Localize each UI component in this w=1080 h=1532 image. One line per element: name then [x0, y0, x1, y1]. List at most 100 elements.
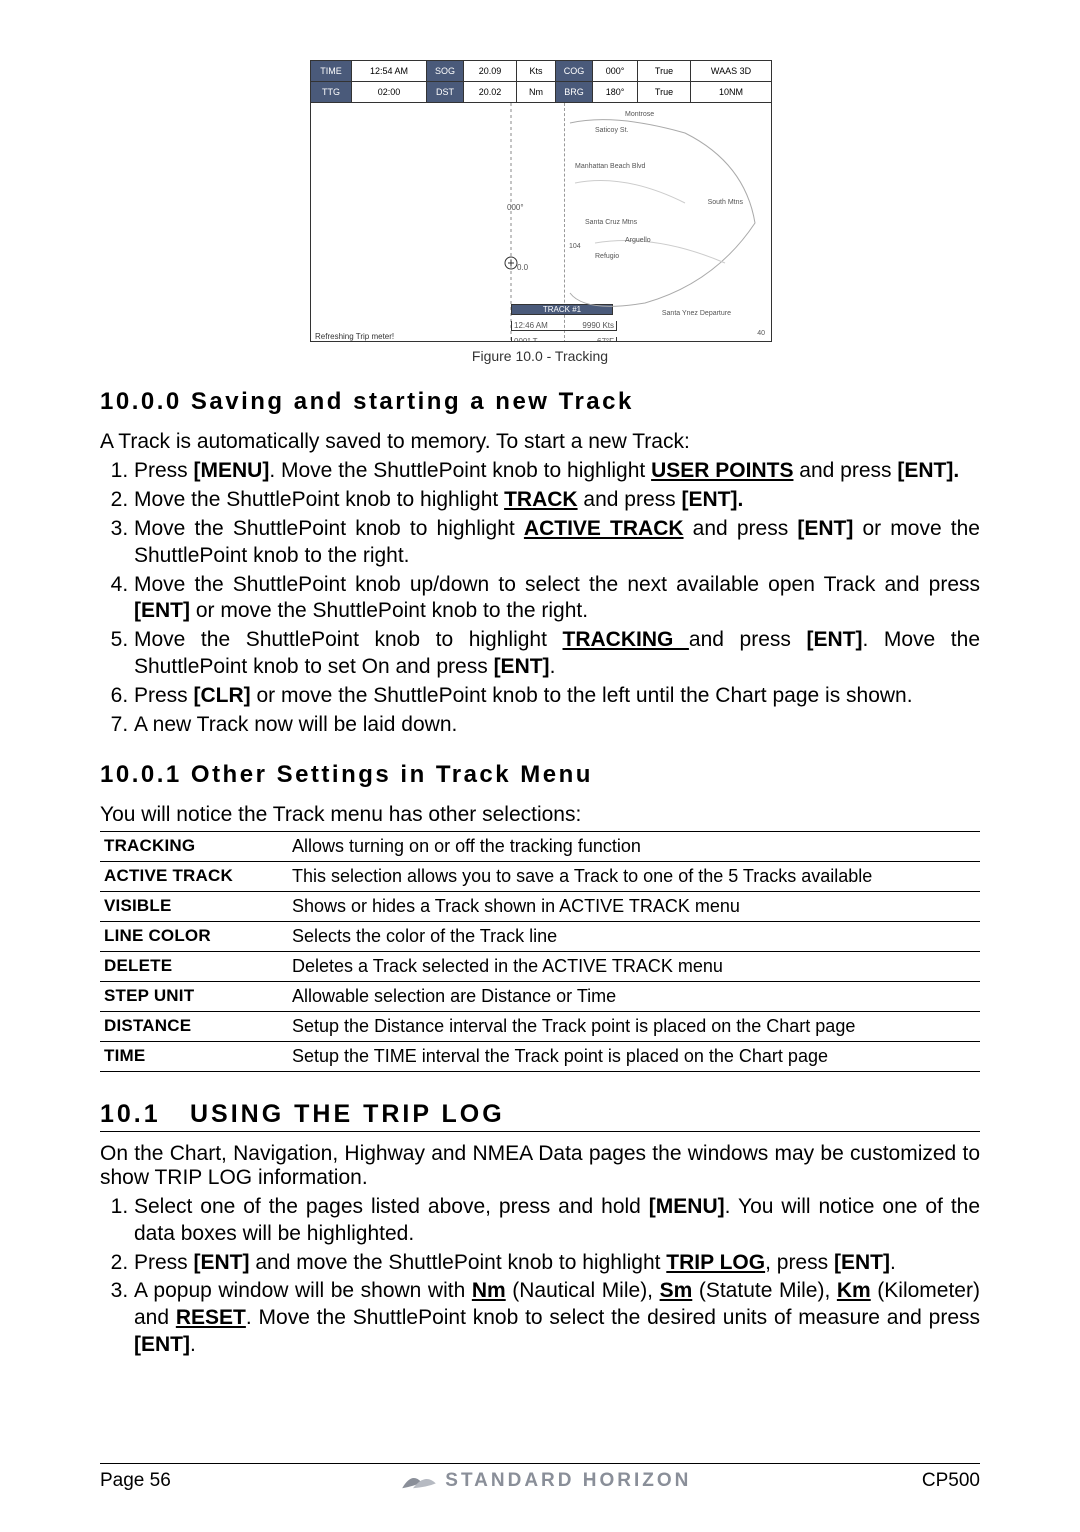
dst-unit: Nm [517, 82, 556, 102]
setting-key: DISTANCE [100, 1011, 288, 1041]
map-label: Refugio [595, 253, 619, 260]
intro-10-1: On the Chart, Navigation, Highway and NM… [100, 1142, 980, 1190]
t: USER POINTS [651, 459, 793, 482]
t: Press [134, 1251, 194, 1274]
ttg-value: 02:00 [352, 82, 427, 102]
t: TRACKING [563, 628, 689, 651]
map-label: Montrose [625, 111, 654, 118]
t: A popup window will be shown with [134, 1279, 472, 1302]
t: Press [134, 459, 194, 482]
t: [ENT] [806, 628, 862, 651]
table-row: DISTANCESetup the Distance interval the … [100, 1011, 980, 1041]
map-label: Santa Cruz Mtns [585, 219, 637, 226]
sog-unit: Kts [517, 61, 556, 81]
t: RESET [176, 1306, 246, 1329]
step: A new Track now will be laid down. [134, 712, 980, 739]
setting-value: Allows turning on or off the tracking fu… [288, 831, 980, 861]
table-row: TRACKINGAllows turning on or off the tra… [100, 831, 980, 861]
setting-key: VISIBLE [100, 891, 288, 921]
t: . Move the ShuttlePoint knob to select t… [246, 1306, 980, 1329]
sog-label: SOG [427, 61, 464, 81]
map-label: Arguello [625, 237, 651, 244]
table-row: LINE COLORSelects the color of the Track… [100, 921, 980, 951]
t: Sm [660, 1279, 693, 1302]
t: (Statute Mile), [692, 1279, 837, 1302]
steps-10-0-0: Press [MENU]. Move the ShuttlePoint knob… [100, 458, 980, 739]
t: Press [134, 684, 194, 707]
intro-10-0-1: You will notice the Track menu has other… [100, 803, 980, 827]
t: [ENT]. [681, 488, 743, 511]
map-label: South Mtns [708, 199, 743, 206]
heading-10-0-0: 10.0.0 Saving and starting a new Track [100, 388, 980, 416]
cog-value: 000° [593, 61, 638, 81]
t: [ENT] [134, 1333, 190, 1356]
brg-value: 180° [593, 82, 638, 102]
t: , press [765, 1251, 834, 1274]
step: Select one of the pages listed above, pr… [134, 1194, 980, 1248]
map-label: Saticoy St. [595, 127, 628, 134]
t: . [190, 1333, 196, 1356]
table-row: STEP UNITAllowable selection are Distanc… [100, 981, 980, 1011]
step: Press [CLR] or move the ShuttlePoint kno… [134, 683, 980, 710]
setting-value: Deletes a Track selected in the ACTIVE T… [288, 951, 980, 981]
t: [ENT] [494, 655, 550, 678]
table-row: VISIBLEShows or hides a Track shown in A… [100, 891, 980, 921]
t: [ENT]. [897, 459, 959, 482]
heading-10-1: 10.1USING THE TRIP LOG [100, 1100, 980, 1132]
brand-logo-icon [401, 1470, 437, 1492]
t: Km [837, 1279, 871, 1302]
brg-ref: True [638, 82, 691, 102]
time-label: TIME [311, 61, 352, 81]
t: A new Track now will be laid down. [134, 713, 457, 736]
t: Move the ShuttlePoint knob up/down to se… [134, 573, 980, 596]
table-row: ACTIVE TRACKThis selection allows you to… [100, 861, 980, 891]
gps-status: WAAS 3D [691, 61, 771, 81]
map-label: 40 [757, 330, 765, 337]
t: Move the ShuttlePoint knob to highlight [134, 628, 563, 651]
step: Move the ShuttlePoint knob to highlight … [134, 487, 980, 514]
step: Move the ShuttlePoint knob up/down to se… [134, 572, 980, 626]
t: (Nautical Mile), [506, 1279, 660, 1302]
dst-label: DST [427, 82, 464, 102]
infobox-heading: 000° T [514, 337, 538, 342]
step: Move the ShuttlePoint knob to highlight … [134, 516, 980, 570]
t: TRACK [504, 488, 578, 511]
map-label: Manhattan Beach Blvd [575, 163, 645, 170]
step: A popup window will be shown with Nm (Na… [134, 1278, 980, 1359]
track-settings-table: TRACKINGAllows turning on or off the tra… [100, 831, 980, 1072]
t: . Move the ShuttlePoint knob to highligh… [269, 459, 651, 482]
model-number: CP500 [922, 1470, 980, 1492]
setting-key: LINE COLOR [100, 921, 288, 951]
setting-key: TRACKING [100, 831, 288, 861]
t: Move the ShuttlePoint knob to highlight [134, 517, 524, 540]
scale-value: 10NM [691, 82, 771, 102]
t: . [890, 1251, 896, 1274]
setting-key: ACTIVE TRACK [100, 861, 288, 891]
setting-value: This selection allows you to save a Trac… [288, 861, 980, 891]
t: [CLR] [194, 684, 251, 707]
t: [ENT] [134, 599, 190, 622]
t: ACTIVE TRACK [524, 517, 684, 540]
screen-footer: Refreshing Trip meter! [315, 332, 394, 341]
t: and move the ShuttlePoint knob to highli… [250, 1251, 667, 1274]
intro-10-0-0: A Track is automatically saved to memory… [100, 430, 980, 454]
cog-ref: True [638, 61, 691, 81]
section-title: USING THE TRIP LOG [190, 1100, 505, 1128]
steps-10-1: Select one of the pages listed above, pr… [100, 1194, 980, 1359]
t: [ENT] [797, 517, 853, 540]
screen-frame: TIME 12:54 AM SOG 20.09 Kts COG 000° Tru… [310, 60, 772, 342]
t: [MENU] [649, 1195, 725, 1218]
t: Nm [472, 1279, 506, 1302]
section-number: 10.1 [100, 1100, 190, 1129]
t: [ENT] [834, 1251, 890, 1274]
setting-key: DELETE [100, 951, 288, 981]
table-row: TIMESetup the TIME interval the Track po… [100, 1041, 980, 1071]
setting-value: Allowable selection are Distance or Time [288, 981, 980, 1011]
map-label: 0.0 [517, 263, 528, 272]
infobox-time: 12:46 AM [514, 321, 548, 330]
setting-value: Selects the color of the Track line [288, 921, 980, 951]
t: or move the ShuttlePoint knob to the lef… [251, 684, 913, 707]
time-value: 12:54 AM [352, 61, 427, 81]
brg-label: BRG [556, 82, 593, 102]
sog-value: 20.09 [464, 61, 517, 81]
